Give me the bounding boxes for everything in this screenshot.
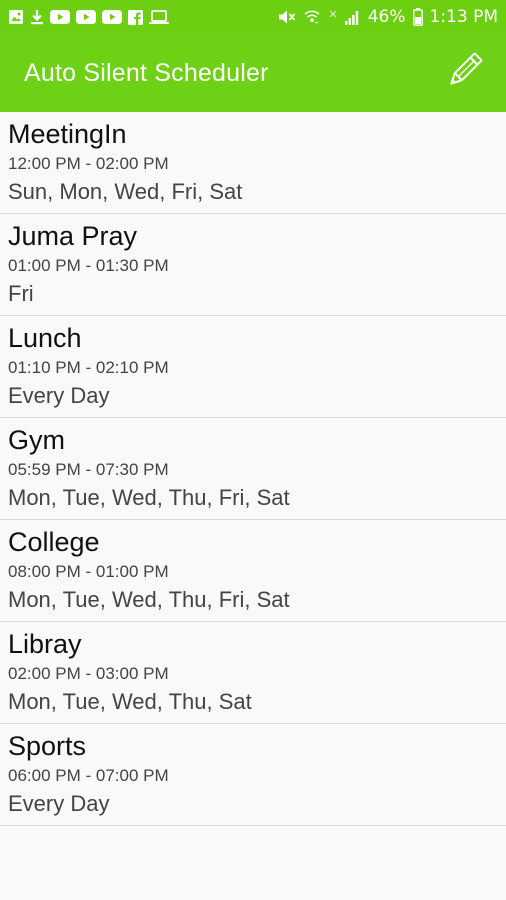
list-item[interactable]: Libray 02:00 PM - 03:00 PM Mon, Tue, Wed… [0,622,506,724]
battery-icon [412,7,423,27]
signal-icon [344,7,361,27]
list-item[interactable]: MeetingIn 12:00 PM - 02:00 PM Sun, Mon, … [0,112,506,214]
youtube-icon [102,7,122,27]
list-item[interactable]: Lunch 01:10 PM - 02:10 PM Every Day [0,316,506,418]
list-item[interactable]: Gym 05:59 PM - 07:30 PM Mon, Tue, Wed, T… [0,418,506,520]
schedule-name: Sports [8,731,87,761]
schedule-name: College [8,527,100,557]
list-item[interactable]: College 08:00 PM - 01:00 PM Mon, Tue, We… [0,520,506,622]
schedule-time: 12:00 PM - 02:00 PM [8,154,169,173]
schedule-days: Every Day [8,791,110,816]
facebook-icon [128,7,143,27]
schedule-name: Lunch [8,323,82,353]
wifi-icon [303,7,321,27]
youtube-icon [76,7,96,27]
schedule-name: Gym [8,425,65,455]
battery-percent: 46% [367,7,406,27]
no-signal-icon [328,7,338,27]
status-bar: 46% 1:13 PM [0,0,506,34]
schedule-days: Every Day [8,383,110,408]
schedule-days: Fri [8,281,34,306]
schedule-days: Mon, Tue, Wed, Thu, Fri, Sat [8,587,290,612]
pencil-icon [444,51,484,96]
notification-icons [8,7,169,27]
schedule-time: 05:59 PM - 07:30 PM [8,460,169,479]
status-time: 1:13 PM [429,7,499,27]
image-icon [8,7,24,27]
list-item[interactable]: Juma Pray 01:00 PM - 01:30 PM Fri [0,214,506,316]
schedule-days: Sun, Mon, Wed, Fri, Sat [8,179,243,204]
schedule-days: Mon, Tue, Wed, Thu, Sat [8,689,252,714]
schedule-time: 01:00 PM - 01:30 PM [8,256,169,275]
schedule-name: Juma Pray [8,221,138,251]
laptop-icon [149,7,169,27]
mute-icon [278,7,296,27]
schedule-name: MeetingIn [8,119,127,149]
list-item[interactable]: Sports 06:00 PM - 07:00 PM Every Day [0,724,506,826]
schedule-time: 02:00 PM - 03:00 PM [8,664,169,683]
schedule-name: Libray [8,629,82,659]
download-icon [30,7,44,27]
system-icons: 46% 1:13 PM [278,7,498,27]
schedule-time: 06:00 PM - 07:00 PM [8,766,169,785]
schedule-list: MeetingIn 12:00 PM - 02:00 PM Sun, Mon, … [0,112,506,826]
youtube-icon [50,7,70,27]
edit-button[interactable] [444,51,484,96]
schedule-time: 01:10 PM - 02:10 PM [8,358,169,377]
app-title: Auto Silent Scheduler [24,58,269,87]
schedule-time: 08:00 PM - 01:00 PM [8,562,169,581]
schedule-days: Mon, Tue, Wed, Thu, Fri, Sat [8,485,290,510]
app-bar: Auto Silent Scheduler [0,34,506,112]
